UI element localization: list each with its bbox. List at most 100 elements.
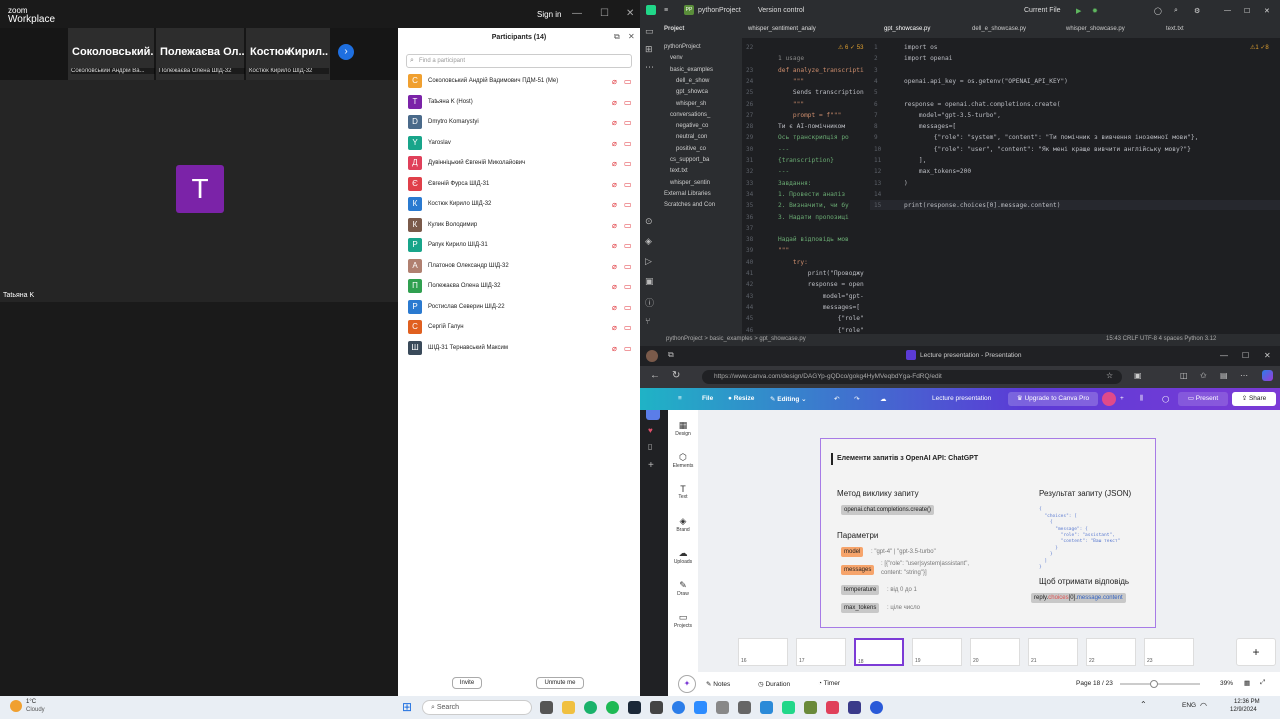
page-thumbnail[interactable]: 16: [738, 638, 788, 666]
steam-icon[interactable]: [628, 701, 641, 714]
extension-icon[interactable]: ▣: [1134, 371, 1142, 380]
input-language[interactable]: ENG: [1182, 702, 1196, 709]
maximize-icon[interactable]: ☐: [1242, 351, 1249, 360]
file-explorer-icon[interactable]: [562, 701, 575, 714]
tree-item[interactable]: whisper_sh: [676, 101, 706, 107]
start-icon[interactable]: ⊞: [402, 700, 412, 714]
settings-icon[interactable]: ⚙: [1194, 7, 1200, 15]
taskbar-search[interactable]: ⌕ Search: [422, 700, 532, 715]
tree-item[interactable]: External Libraries: [664, 191, 711, 197]
participant-row[interactable]: Р Ростислав Северин ШІД-22 ⌀ ▭: [406, 298, 634, 318]
participant-row[interactable]: T Tatьяна K (Host) ⌀ ▭: [406, 93, 634, 113]
breadcrumb[interactable]: pythonProject > basic_examples > gpt_sho…: [666, 336, 806, 342]
user-icon[interactable]: ◯: [1154, 7, 1162, 15]
obs-icon[interactable]: [650, 701, 663, 714]
page-thumbnail[interactable]: 21: [1028, 638, 1078, 666]
next-page-button[interactable]: ›: [338, 44, 354, 60]
invite-button[interactable]: Invite: [452, 677, 482, 689]
copilot-icon[interactable]: [1262, 370, 1273, 381]
share-button[interactable]: ⇪ Share: [1232, 392, 1276, 406]
undo-icon[interactable]: ↶: [834, 395, 839, 403]
vscode-icon[interactable]: [760, 701, 773, 714]
comment-icon[interactable]: ◯: [1162, 395, 1169, 403]
sidebar-item-brand[interactable]: ◈ Brand: [668, 516, 698, 533]
close-icon[interactable]: ✕: [1264, 7, 1270, 15]
tab-title[interactable]: Lecture presentation - Presentation: [920, 352, 1022, 359]
sidebar-item-design[interactable]: ▦ Design: [668, 420, 698, 437]
close-panel-icon[interactable]: ✕: [628, 32, 635, 41]
participant-row[interactable]: Д Дувінніцький Євгеній Миколайович ⌀ ▭: [406, 154, 634, 174]
vcs-menu[interactable]: Version control: [758, 7, 804, 14]
zoom-slider-handle[interactable]: [1150, 680, 1158, 688]
magic-icon[interactable]: ✦: [678, 675, 696, 693]
tree-item[interactable]: negative_co: [676, 123, 708, 129]
tree-item[interactable]: pythonProject: [664, 44, 701, 50]
timer-button[interactable]: ◔ Timer: [818, 680, 840, 687]
participant-row[interactable]: С Соколовський Андрій Вадимович ПДМ-51 (M…: [406, 72, 634, 92]
participant-row[interactable]: Р Рапук Кирило ШІД-31 ⌀ ▭: [406, 236, 634, 256]
layers-icon[interactable]: ◈: [645, 236, 652, 247]
more-icon[interactable]: ⋯: [1240, 371, 1248, 380]
app-icon[interactable]: [870, 701, 883, 714]
tree-item[interactable]: Scratches and Con: [664, 202, 715, 208]
editor-right[interactable]: gpt_showcase.py dell_e_showcase.py whisp…: [870, 22, 1280, 334]
close-icon[interactable]: ✕: [626, 8, 634, 19]
page-thumbnail[interactable]: 22: [1086, 638, 1136, 666]
terminal-icon[interactable]: ▣: [645, 276, 654, 287]
tree-item[interactable]: dell_e_show: [676, 78, 709, 84]
split-icon[interactable]: ◫: [1180, 371, 1188, 380]
app-icon[interactable]: [826, 701, 839, 714]
maximize-icon[interactable]: ☐: [600, 8, 609, 19]
participant-row[interactable]: К Кулик Володимир ⌀ ▭: [406, 216, 634, 236]
minimize-icon[interactable]: —: [572, 8, 582, 19]
upgrade-button[interactable]: ♛ Upgrade to Canva Pro: [1008, 392, 1098, 406]
tab-gpt-showcase[interactable]: gpt_showcase.py: [884, 26, 930, 32]
terminal-app-icon[interactable]: [716, 701, 729, 714]
sidebar-item-uploads[interactable]: ☁ Uploads: [668, 548, 698, 565]
participant-row[interactable]: Y Yaroslav ⌀ ▭: [406, 134, 634, 154]
pycharm-icon[interactable]: [782, 701, 795, 714]
task-view-icon[interactable]: [540, 701, 553, 714]
clock-date[interactable]: 12/9/2024: [1230, 707, 1257, 713]
document-title[interactable]: Lecture presentation: [932, 395, 991, 402]
participant-search-input[interactable]: ⌕ Find a participant: [406, 54, 632, 68]
edge-icon[interactable]: [672, 701, 685, 714]
sidebar-item-elements[interactable]: ⬡ Elements: [668, 452, 698, 469]
project-name[interactable]: pythonProject: [698, 7, 741, 14]
refresh-icon[interactable]: ↻: [672, 370, 680, 381]
tree-item[interactable]: conversations_: [670, 112, 710, 118]
notes-button[interactable]: ✎ Notes: [706, 680, 730, 688]
weather-icon[interactable]: [10, 700, 22, 712]
zoom-slider[interactable]: [1120, 683, 1200, 685]
sign-in-button[interactable]: Sign in: [537, 10, 561, 19]
minimize-icon[interactable]: —: [1224, 7, 1231, 14]
duration-button[interactable]: ◷ Duration: [758, 680, 790, 688]
tab-dell-e-showcase[interactable]: dell_e_showcase.py: [972, 26, 1026, 32]
unmute-button[interactable]: Unmute me: [536, 677, 584, 689]
page-thumbnail[interactable]: 19: [912, 638, 962, 666]
tree-item[interactable]: positive_co: [676, 146, 706, 152]
tab-text-txt[interactable]: text.txt: [1166, 26, 1184, 32]
add-icon[interactable]: +: [648, 460, 654, 471]
app-icon[interactable]: [848, 701, 861, 714]
more-icon[interactable]: ⋯: [645, 62, 654, 73]
editing-button[interactable]: ✎ Editing ⌄: [770, 395, 807, 403]
zoom-app-icon[interactable]: [694, 701, 707, 714]
bookmark-icon[interactable]: ☆: [1106, 371, 1113, 380]
spotify-icon[interactable]: [606, 701, 619, 714]
tabs-icon[interactable]: ⧉: [668, 350, 674, 360]
video-tile[interactable]: Костюк Кирил... Костюк Кирило ШІД-32: [246, 28, 330, 80]
tree-item[interactable]: neutral_con: [676, 134, 707, 140]
app-icon[interactable]: [804, 701, 817, 714]
participant-row[interactable]: D Dmytro Komarystyi ⌀ ▭: [406, 113, 634, 133]
tree-item[interactable]: basic_examples: [670, 67, 713, 73]
profile-avatar[interactable]: [646, 350, 658, 362]
avatar[interactable]: [1102, 392, 1116, 406]
folder-icon[interactable]: ▭: [645, 26, 654, 37]
video-tile[interactable]: Соколовський... Соколовський Андрій Ва..…: [68, 28, 155, 80]
grid-view-icon[interactable]: ▦: [1244, 679, 1250, 687]
resize-button[interactable]: ● Resize: [728, 395, 754, 402]
app-icon[interactable]: [738, 701, 751, 714]
editor-left[interactable]: whisper_sentiment_analy ⚠ 6 ✓ 53 22 1 usa…: [742, 22, 870, 334]
run-tool-icon[interactable]: ▷: [645, 256, 652, 267]
